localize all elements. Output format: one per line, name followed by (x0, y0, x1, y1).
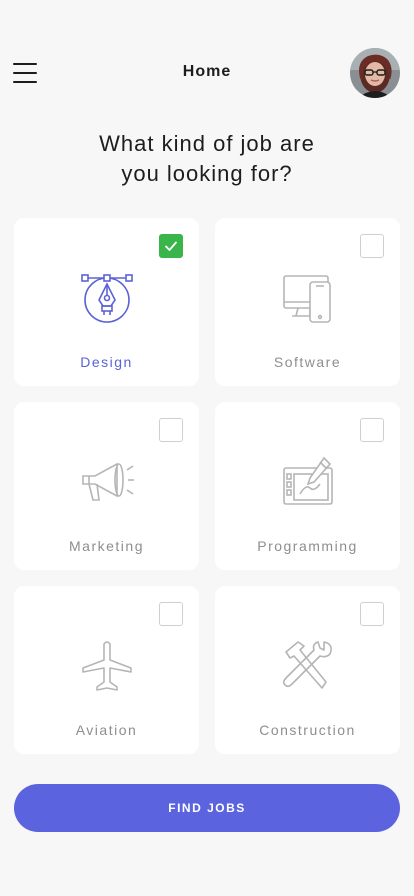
category-checkbox[interactable] (360, 234, 384, 258)
drawing-tablet-icon (280, 454, 336, 510)
pen-tool-icon (79, 270, 135, 326)
category-card-software[interactable]: Software (215, 218, 400, 386)
airplane-icon (79, 638, 135, 694)
category-card-aviation[interactable]: Aviation (14, 586, 199, 754)
check-icon (165, 241, 177, 251)
avatar[interactable] (350, 48, 400, 98)
devices-icon (280, 270, 336, 326)
category-label: Marketing (69, 538, 144, 554)
user-avatar-icon (350, 48, 400, 98)
category-label: Construction (259, 722, 356, 738)
category-checkbox[interactable] (360, 602, 384, 626)
category-card-design[interactable]: Design (14, 218, 199, 386)
category-card-programming[interactable]: Programming (215, 402, 400, 570)
category-checkbox[interactable] (360, 418, 384, 442)
job-category-grid: Design Software Marketing Programming Av… (14, 218, 400, 754)
category-card-construction[interactable]: Construction (215, 586, 400, 754)
category-checkbox[interactable] (159, 602, 183, 626)
page-heading: What kind of job are you looking for? (99, 131, 315, 186)
category-checkbox[interactable] (159, 418, 183, 442)
category-checkbox[interactable] (159, 234, 183, 258)
category-label: Aviation (75, 722, 138, 738)
find-jobs-button[interactable]: FIND JOBS (14, 784, 400, 832)
category-label: Software (273, 354, 342, 370)
tools-icon (280, 638, 336, 694)
category-label: Programming (257, 538, 358, 554)
megaphone-icon (79, 454, 135, 510)
category-card-marketing[interactable]: Marketing (14, 402, 199, 570)
category-label: Design (80, 354, 133, 370)
